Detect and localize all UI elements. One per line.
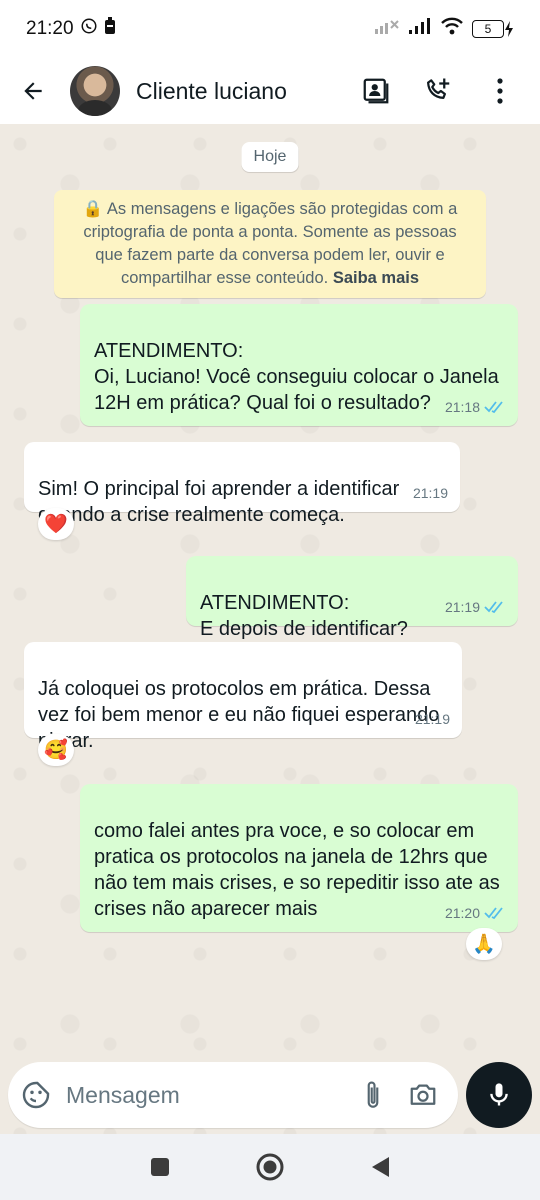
message-bubble-incoming[interactable]: Já coloquei os protocolos em prática. De…: [24, 642, 462, 752]
avatar[interactable]: [70, 66, 120, 116]
lock-icon: 🔒: [82, 200, 104, 218]
message-time: 21:19: [414, 711, 450, 727]
attach-button[interactable]: [360, 1079, 386, 1111]
nav-back-icon: [372, 1157, 389, 1177]
wifi-icon: [440, 17, 464, 41]
message-time: 21:20: [444, 905, 480, 921]
message-time: 21:18: [444, 399, 480, 415]
message-reaction[interactable]: 🥰: [38, 734, 74, 766]
status-time: 21:20: [26, 18, 74, 39]
emoji-sticker-button[interactable]: [20, 1079, 52, 1111]
message-time: 21:19: [412, 485, 448, 501]
message-input[interactable]: [66, 1081, 316, 1109]
message-bubble-incoming[interactable]: Sim! O principal foi aprender a identifi…: [24, 442, 460, 526]
mic-icon: [490, 1083, 508, 1106]
message-reaction[interactable]: 🙏: [466, 928, 502, 960]
message-bubble-outgoing[interactable]: ATENDIMENTO: E depois de identificar? 21…: [186, 556, 518, 640]
battery-icon: 5: [472, 20, 514, 38]
voice-message-button[interactable]: [466, 1062, 532, 1128]
signal-icon: [408, 17, 432, 41]
back-arrow-icon: [24, 82, 42, 100]
read-ticks-icon: [484, 601, 503, 614]
message-text: ATENDIMENTO: Oi, Luciano! Você conseguiu…: [94, 340, 499, 414]
chat-header: Cliente luciano: [0, 58, 540, 124]
nav-square-icon: [151, 1158, 169, 1176]
whatsapp-notification-icon: [80, 17, 98, 41]
message-text: ATENDIMENTO: E depois de identificar?: [200, 592, 408, 640]
chat-area[interactable]: Hoje 🔒 As mensagens e ligações são prote…: [0, 124, 540, 1134]
message-time: 21:19: [444, 599, 480, 615]
contact-card-icon: [363, 78, 389, 104]
battery-level: 5: [472, 20, 504, 38]
battery-saver-icon: [104, 17, 116, 41]
nav-home-icon: [256, 1153, 284, 1181]
nav-home-button[interactable]: [255, 1152, 285, 1182]
camera-icon: [410, 1084, 436, 1105]
message-reaction[interactable]: ❤️: [38, 508, 74, 540]
day-chip: Hoje: [241, 142, 299, 172]
add-call-icon: [427, 78, 450, 99]
more-options-button[interactable]: [480, 71, 520, 111]
read-ticks-icon: [484, 907, 503, 920]
emoji-sticker-icon: [22, 1081, 50, 1109]
nav-back-button[interactable]: [369, 1155, 391, 1179]
add-call-button[interactable]: [418, 71, 458, 111]
contact-name[interactable]: Cliente luciano: [136, 78, 287, 105]
nav-recents-button[interactable]: [149, 1156, 171, 1178]
message-bubble-outgoing[interactable]: ATENDIMENTO: Oi, Luciano! Você conseguiu…: [80, 304, 518, 426]
message-text: Sim! O principal foi aprender a identifi…: [38, 478, 400, 526]
message-bubble-outgoing[interactable]: como falei antes pra voce, e so colocar …: [80, 784, 518, 932]
more-vert-icon: [497, 78, 503, 104]
signal-no-sim-icon: [374, 17, 400, 41]
message-text: Já coloquei os protocolos em prática. De…: [38, 678, 440, 752]
system-nav-bar: [0, 1134, 540, 1200]
message-text: como falei antes pra voce, e so colocar …: [94, 820, 500, 920]
status-bar: 21:20 5: [0, 0, 540, 58]
attach-icon: [367, 1081, 379, 1108]
contact-card-button[interactable]: [356, 71, 396, 111]
learn-more-link[interactable]: Saiba mais: [333, 269, 419, 287]
message-composer[interactable]: [8, 1062, 458, 1128]
read-ticks-icon: [484, 401, 503, 414]
encryption-notice[interactable]: 🔒 As mensagens e ligações são protegidas…: [54, 190, 486, 298]
camera-button[interactable]: [408, 1080, 438, 1110]
back-button[interactable]: [8, 66, 58, 116]
